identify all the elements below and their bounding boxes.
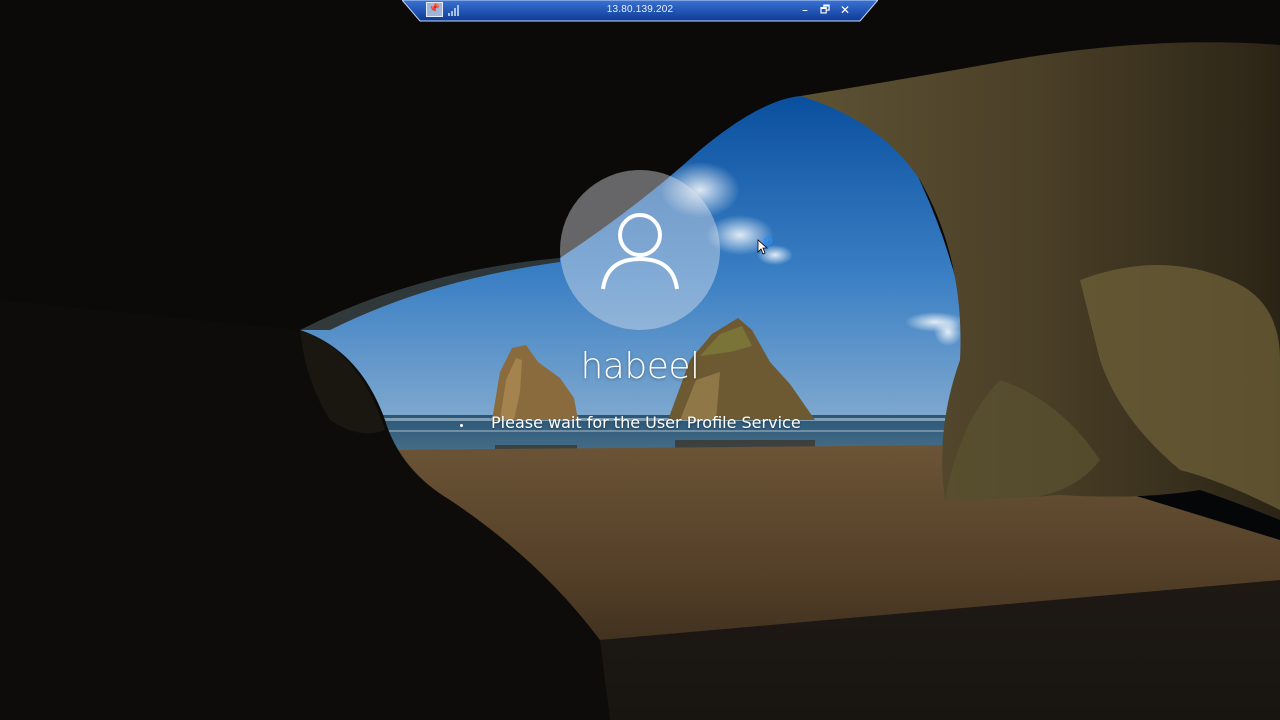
- status-message: Please wait for the User Profile Service: [491, 413, 801, 432]
- close-button[interactable]: ✕: [836, 1, 854, 19]
- minimize-button[interactable]: –: [796, 1, 814, 19]
- username-label: habeel: [580, 346, 700, 387]
- remote-connection-bar[interactable]: 📌 13.80.139.202 – 🗗 ✕: [402, 0, 878, 22]
- lock-screen: 📌 13.80.139.202 – 🗗 ✕ habeel Please wait…: [0, 0, 1280, 720]
- restore-button[interactable]: 🗗: [816, 1, 834, 19]
- busy-spinner-icon: [460, 424, 463, 427]
- busy-pointer-icon: [757, 236, 773, 255]
- user-icon: [601, 213, 679, 290]
- status-row: Please wait for the User Profile Service: [455, 411, 835, 435]
- user-avatar: [560, 170, 720, 330]
